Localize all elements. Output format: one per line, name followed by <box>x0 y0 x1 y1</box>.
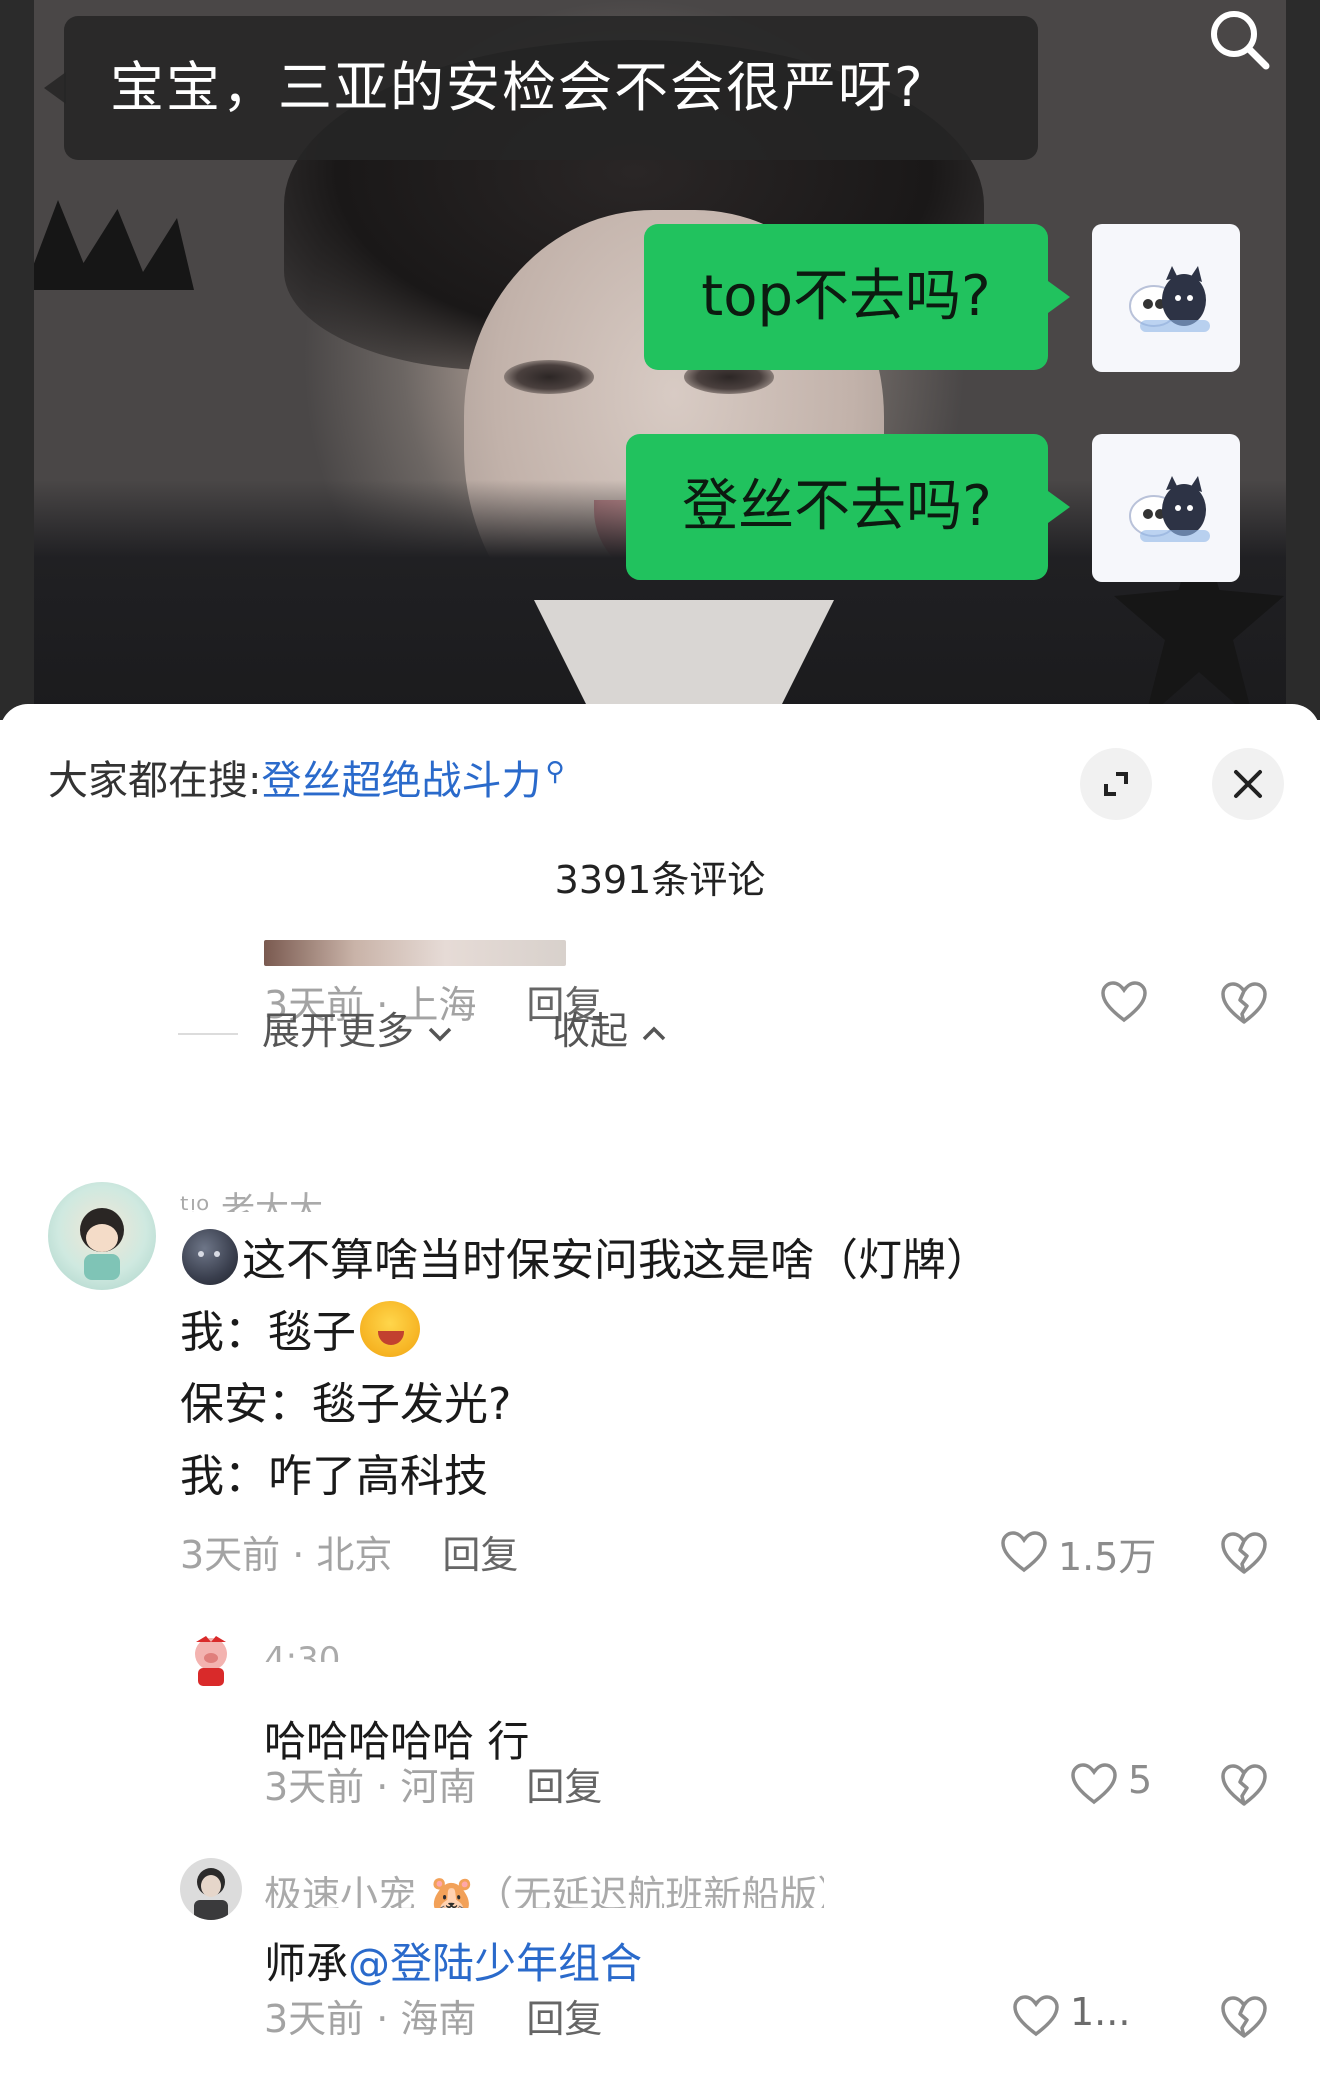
comment-line: 这不算啥当时保安问我这是啥（灯牌） <box>182 1224 990 1288</box>
reply-bubble-tail <box>1048 491 1070 523</box>
sticker-avatar <box>1092 224 1240 372</box>
like-count: 5 <box>1128 1758 1153 1802</box>
comment-sheet: 大家都在搜:登丝超绝战斗力 ⚲ 3391条评论 3天前 · 上海 回复 展开更多 收… <box>0 704 1320 2073</box>
sticker-avatar <box>1092 434 1240 582</box>
comment-meta: 3天前 · 河南 回复 <box>264 1756 602 1811</box>
comment-meta: 3天前 · 北京 回复 <box>180 1524 518 1579</box>
heart-icon[interactable] <box>1070 1762 1118 1806</box>
expand-button[interactable] <box>1080 748 1152 820</box>
avatar[interactable] <box>48 1182 156 1290</box>
broken-heart-icon[interactable] <box>1220 1530 1268 1576</box>
divider-dash <box>178 1032 238 1035</box>
expand-more-button[interactable]: 展开更多 <box>178 1000 454 1055</box>
reply-bubble-fans: 登丝不去吗? <box>626 434 1048 580</box>
avatar-photo-icon <box>194 1868 228 1920</box>
broken-heart-icon[interactable] <box>1220 1994 1268 2040</box>
hot-search-label: 大家都在搜: <box>48 758 262 804</box>
comment-time-location: 3天前 · 北京 <box>180 1533 393 1577</box>
comment-username[interactable]: ᵗᵎᵒ 老大大... <box>180 1182 600 1212</box>
avatar[interactable] <box>180 1628 242 1690</box>
heart-icon[interactable] <box>1012 1994 1060 2038</box>
expand-more-label: 展开更多 <box>262 1009 415 1053</box>
avatar-piggy-icon <box>195 1636 227 1686</box>
search-small-icon: ⚲ <box>545 756 565 787</box>
question-bubble: 宝宝，三亚的安检会不会很严呀? <box>64 16 1038 160</box>
broken-heart-icon[interactable] <box>1220 980 1268 1026</box>
comment-line: 我：毯子 <box>180 1296 420 1360</box>
comment-line-text: 这不算啥当时保安问我这是啥（灯牌） <box>242 1235 990 1286</box>
like-count: 1... <box>1070 1990 1131 2034</box>
comment-count: 3391条评论 <box>554 858 766 902</box>
mention-link[interactable]: @登陆少年组合 <box>348 1939 642 1988</box>
wink-emoji-icon <box>360 1301 420 1357</box>
search-icon[interactable] <box>1200 0 1280 80</box>
comment-line-text: 我：咋了高科技 <box>180 1451 488 1502</box>
hot-search-bar[interactable]: 大家都在搜:登丝超绝战斗力 ⚲ <box>48 748 565 806</box>
heart-icon[interactable] <box>1000 1530 1048 1574</box>
avatar[interactable] <box>180 1858 242 1920</box>
comment-time-location: 3天前 · 海南 <box>264 1997 477 2041</box>
reply-button[interactable]: 回复 <box>442 1533 518 1577</box>
cat-sticker-icon <box>1129 476 1210 542</box>
close-icon <box>1234 770 1262 798</box>
reply-bubble-tail <box>1048 281 1070 313</box>
chevron-up-icon <box>642 1026 666 1040</box>
comment-image-thumbnail[interactable] <box>264 940 566 966</box>
heart-icon[interactable] <box>1100 980 1148 1024</box>
like-count: 1.5万 <box>1058 1535 1157 1579</box>
broken-heart-icon[interactable] <box>1220 1762 1268 1808</box>
reply-button[interactable]: 回复 <box>526 1765 602 1809</box>
comment-line-text: 我：毯子 <box>180 1307 356 1358</box>
comment-line-text: 保安：毯子发光? <box>180 1379 512 1430</box>
video-area[interactable]: 宝宝，三亚的安检会不会很严呀? top不去吗? 登丝不去吗? <box>0 0 1320 720</box>
avatar-illustration-icon <box>80 1208 124 1280</box>
collapse-label: 收起 <box>552 1009 629 1053</box>
reply-button[interactable]: 回复 <box>526 1997 602 2041</box>
moon-emoji-icon <box>182 1229 238 1285</box>
expand-icon <box>1104 772 1128 796</box>
photo-eye <box>504 360 594 394</box>
decor-spikes <box>34 200 194 290</box>
close-button[interactable] <box>1212 748 1284 820</box>
collapse-button[interactable]: 收起 <box>552 1000 668 1055</box>
question-bubble-tail <box>44 72 66 104</box>
comment-username[interactable]: 4:30 <box>264 1640 464 1662</box>
comment-meta: 3天前 · 海南 回复 <box>264 1988 602 2043</box>
comment-time-location: 3天前 · 河南 <box>264 1765 477 1809</box>
comment-username[interactable]: 极速小宠 🐹（无延迟航班新船版） <box>264 1864 824 1908</box>
cat-sticker-icon <box>1129 266 1210 332</box>
comment-line-text: 师承 <box>264 1939 349 1988</box>
hot-search-term[interactable]: 登丝超绝战斗力 <box>261 758 541 804</box>
reply-bubble-top: top不去吗? <box>644 224 1048 370</box>
comment-line: 师承@登陆少年组合 <box>264 1930 642 1991</box>
chevron-down-icon <box>428 1027 452 1041</box>
